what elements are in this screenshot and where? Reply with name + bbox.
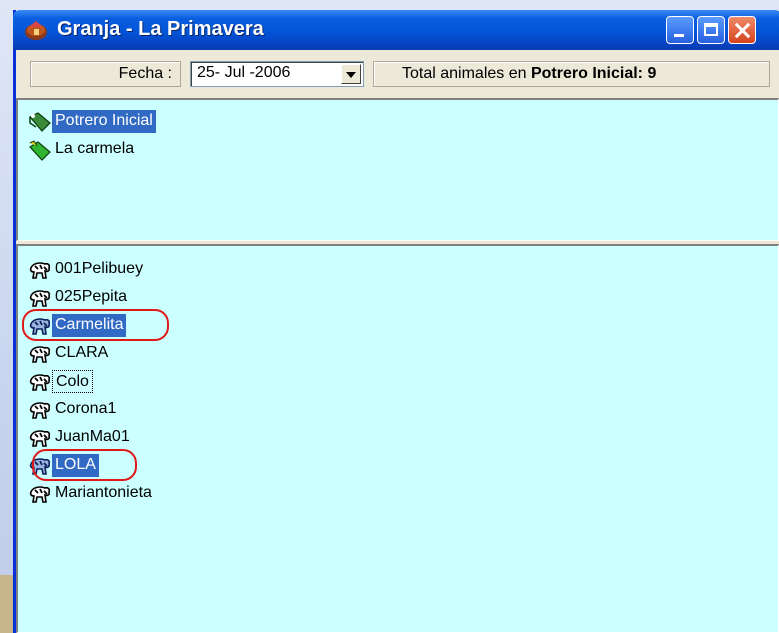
animal-icon	[29, 318, 51, 335]
list-item-label: JuanMa01	[55, 428, 130, 445]
animal-icon	[29, 458, 51, 475]
toolbar: Fecha : 25- Jul -2006 Total animales en …	[16, 50, 779, 98]
animal-icon	[29, 262, 51, 279]
list-item-label: Colo	[52, 370, 93, 393]
total-location: Potrero Inicial:	[530, 65, 643, 82]
list-item-label: LOLA	[52, 454, 99, 477]
maximize-button[interactable]	[697, 16, 725, 44]
farm-icon	[25, 21, 47, 40]
chevron-down-icon[interactable]	[341, 64, 361, 84]
pasture-icon	[29, 140, 51, 161]
window-title: Granja - La Primavera	[57, 18, 264, 40]
animal-icon	[29, 374, 51, 391]
total-animals-status: Total animales en Potrero Inicial: 9	[373, 61, 770, 87]
total-prefix: Total animales en	[402, 65, 527, 82]
app-window: Granja - La Primavera Fecha : 25- Jul -2…	[13, 10, 779, 633]
list-item-label: La carmela	[55, 140, 135, 157]
list-item-label: Mariantonieta	[55, 484, 152, 501]
pasture-icon	[29, 112, 51, 132]
list-item-label: Corona1	[55, 400, 117, 417]
animal-icon	[29, 290, 51, 307]
fecha-date-picker[interactable]: 25- Jul -2006	[190, 61, 364, 87]
animal-icon	[29, 486, 51, 503]
list-item-label: 025Pepita	[55, 288, 128, 305]
fecha-value[interactable]: 25- Jul -2006	[197, 64, 290, 82]
list-item-label: 001Pelibuey	[55, 260, 144, 277]
animal-icon	[29, 402, 51, 419]
animal-icon	[29, 346, 51, 363]
potreros-list[interactable]: Potrero Inicial La carmela	[16, 98, 779, 241]
list-item-label: CLARA	[55, 344, 109, 361]
total-count: 9	[647, 65, 657, 82]
fecha-label: Fecha :	[30, 61, 181, 87]
animales-list[interactable]: 001Pelibuey 025Pepita Carmelita CLARA Co…	[16, 244, 779, 633]
close-button[interactable]	[728, 16, 756, 44]
list-item-label: Potrero Inicial	[52, 110, 156, 133]
list-item-label: Carmelita	[52, 314, 127, 337]
minimize-button[interactable]	[666, 16, 694, 44]
title-bar[interactable]: Granja - La Primavera	[13, 10, 779, 50]
animal-icon	[29, 430, 51, 447]
